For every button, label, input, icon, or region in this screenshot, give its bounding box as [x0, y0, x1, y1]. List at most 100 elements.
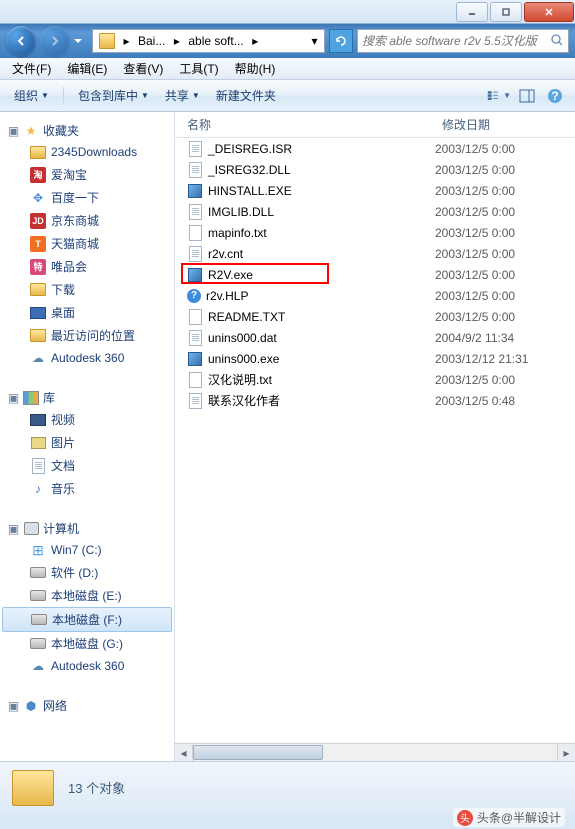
file-row[interactable]: 联系汉化作者2003/12/5 0:48 [175, 390, 575, 411]
chevron-right-icon[interactable]: ▸ [248, 30, 263, 52]
file-row[interactable]: unins000.dat2004/9/2 11:34 [175, 327, 575, 348]
preview-pane-button[interactable] [515, 84, 539, 108]
file-row[interactable]: README.TXT2003/12/5 0:00 [175, 306, 575, 327]
sidebar-item[interactable]: 视频 [0, 408, 174, 431]
sidebar-item[interactable]: 桌面 [0, 301, 174, 324]
scroll-thumb[interactable] [193, 745, 323, 760]
sidebar-item[interactable]: 2345Downloads [0, 141, 174, 163]
file-row[interactable]: r2v.cnt2003/12/5 0:00 [175, 243, 575, 264]
chevron-right-icon[interactable]: ▸ [169, 30, 184, 52]
sidebar-item[interactable]: 本地磁盘 (F:) [2, 607, 172, 632]
sidebar-item[interactable]: 本地磁盘 (G:) [0, 632, 174, 655]
sidebar: ▣★收藏夹2345Downloads淘爱淘宝✥百度一下JD京东商城T天猫商城特唯… [0, 112, 175, 761]
menu-edit[interactable]: 编辑(E) [59, 58, 115, 79]
search-box[interactable] [357, 29, 569, 53]
scroll-left-icon[interactable]: ◂ [175, 744, 193, 761]
sidebar-item[interactable]: 本地磁盘 (E:) [0, 584, 174, 607]
organize-button[interactable]: 组织▼ [8, 83, 55, 108]
menu-help[interactable]: 帮助(H) [227, 58, 284, 79]
menu-view[interactable]: 查看(V) [115, 58, 171, 79]
status-text: 13 个对象 [68, 778, 125, 797]
menu-file[interactable]: 文件(F) [4, 58, 59, 79]
sidebar-item[interactable]: T天猫商城 [0, 232, 174, 255]
scroll-right-icon[interactable]: ▸ [557, 744, 575, 761]
file-date: 2003/12/5 0:00 [435, 289, 515, 303]
sidebar-item[interactable]: ☁Autodesk 360 [0, 655, 174, 677]
sidebar-item-label: 音乐 [51, 480, 75, 497]
menubar: 文件(F) 编辑(E) 查看(V) 工具(T) 帮助(H) [0, 58, 575, 80]
sidebar-group-label: 计算机 [43, 520, 79, 537]
folder-icon [99, 33, 115, 49]
file-row[interactable]: unins000.exe2003/12/12 21:31 [175, 348, 575, 369]
sidebar-group-favorites[interactable]: ▣★收藏夹 [0, 120, 174, 141]
file-row[interactable]: ?r2v.HLP2003/12/5 0:00 [175, 285, 575, 306]
new-folder-button[interactable]: 新建文件夹 [210, 83, 282, 108]
file-row[interactable]: 汉化说明.txt 2003/12/5 0:00 [175, 369, 575, 390]
sidebar-item[interactable]: 图片 [0, 431, 174, 454]
sidebar-item[interactable]: 下载 [0, 278, 174, 301]
column-name[interactable]: 名称 [187, 116, 442, 133]
share-button[interactable]: 共享▼ [159, 83, 206, 108]
sidebar-item[interactable]: JD京东商城 [0, 209, 174, 232]
file-name: 汉化说明.txt [208, 371, 272, 388]
sidebar-item[interactable]: ☁Autodesk 360 [0, 347, 174, 369]
file-row[interactable]: _DEISREG.ISR2003/12/5 0:00 [175, 138, 575, 159]
file-row[interactable]: _ISREG32.DLL2003/12/5 0:00 [175, 159, 575, 180]
search-input[interactable] [362, 34, 550, 48]
sidebar-item-label: 唯品会 [51, 258, 87, 275]
sidebar-group-libraries[interactable]: ▣库 [0, 387, 174, 408]
view-options-button[interactable]: ▼ [487, 84, 511, 108]
history-dropdown[interactable] [74, 26, 88, 56]
horizontal-scrollbar[interactable]: ◂ ▸ [175, 743, 575, 761]
file-date: 2003/12/5 0:00 [435, 373, 515, 387]
sidebar-item[interactable]: 特唯品会 [0, 255, 174, 278]
chevron-down-icon[interactable]: ▾ [307, 30, 322, 52]
search-icon[interactable] [550, 33, 564, 50]
sidebar-item[interactable]: ⊞Win7 (C:) [0, 539, 174, 561]
breadcrumb-seg2[interactable]: able soft... [184, 30, 247, 52]
collapse-icon[interactable]: ▣ [8, 700, 19, 711]
file-name: R2V.exe [208, 268, 253, 282]
sidebar-item[interactable]: ♪音乐 [0, 477, 174, 500]
chevron-right-icon[interactable]: ▸ [119, 30, 134, 52]
forward-button[interactable] [40, 26, 70, 56]
titlebar [0, 0, 575, 24]
help-button[interactable]: ? [543, 84, 567, 108]
sidebar-group-network[interactable]: ▣⬢网络 [0, 695, 174, 716]
file-row[interactable]: IMGLIB.DLL2003/12/5 0:00 [175, 201, 575, 222]
sidebar-item[interactable]: 淘爱淘宝 [0, 163, 174, 186]
sidebar-item-label: 图片 [51, 434, 75, 451]
sidebar-item[interactable]: 最近访问的位置 [0, 324, 174, 347]
svg-text:?: ? [551, 89, 558, 103]
breadcrumb[interactable]: ▸ Bai... ▸ able soft... ▸ ▾ [92, 29, 325, 53]
file-row[interactable]: R2V.exe2003/12/5 0:00 [175, 264, 575, 285]
file-date: 2004/9/2 11:34 [435, 331, 514, 345]
folder-icon [12, 770, 54, 806]
include-library-button[interactable]: 包含到库中▼ [72, 83, 155, 108]
sidebar-item[interactable]: ✥百度一下 [0, 186, 174, 209]
menu-tools[interactable]: 工具(T) [171, 58, 226, 79]
content-area: ▣★收藏夹2345Downloads淘爱淘宝✥百度一下JD京东商城T天猫商城特唯… [0, 112, 575, 761]
sidebar-item[interactable]: 软件 (D:) [0, 561, 174, 584]
sidebar-item[interactable]: 文档 [0, 454, 174, 477]
collapse-icon[interactable]: ▣ [8, 125, 19, 136]
collapse-icon[interactable]: ▣ [8, 523, 19, 534]
breadcrumb-seg1[interactable]: Bai... [134, 30, 169, 52]
minimize-button[interactable] [456, 2, 488, 22]
file-name: README.TXT [208, 310, 285, 324]
file-name: r2v.HLP [206, 289, 248, 303]
toolbar: 组织▼ 包含到库中▼ 共享▼ 新建文件夹 ▼ ? [0, 80, 575, 112]
close-button[interactable] [524, 2, 574, 22]
refresh-button[interactable] [329, 29, 353, 53]
sidebar-group-computer[interactable]: ▣ 计算机 [0, 518, 174, 539]
file-row[interactable]: HINSTALL.EXE2003/12/5 0:00 [175, 180, 575, 201]
back-button[interactable] [6, 26, 36, 56]
file-row[interactable]: mapinfo.txt2003/12/5 0:00 [175, 222, 575, 243]
column-date[interactable]: 修改日期 [442, 116, 575, 133]
sidebar-item-label: 软件 (D:) [51, 564, 98, 581]
sidebar-item-label: 爱淘宝 [51, 166, 87, 183]
file-date: 2003/12/12 21:31 [435, 352, 528, 366]
collapse-icon[interactable]: ▣ [8, 392, 19, 403]
file-name: mapinfo.txt [208, 226, 267, 240]
maximize-button[interactable] [490, 2, 522, 22]
